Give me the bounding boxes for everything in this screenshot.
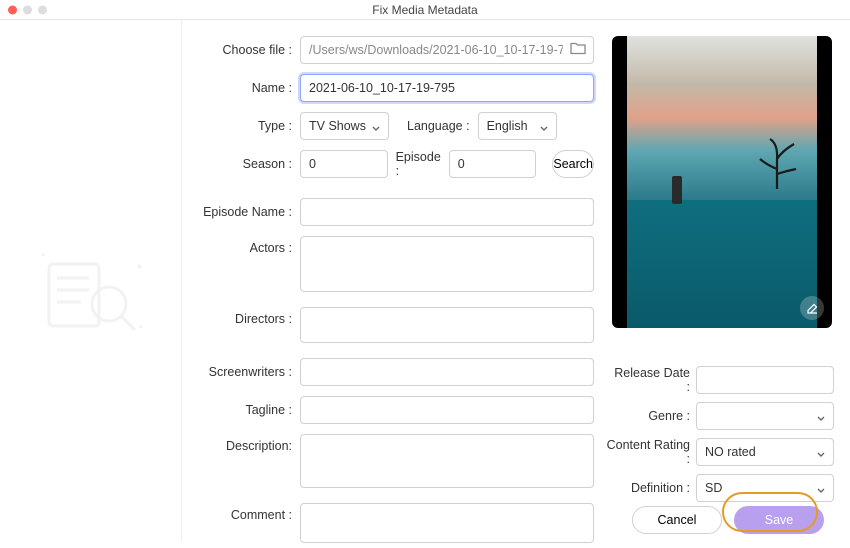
minimize-window-button[interactable] — [23, 5, 32, 14]
choose-file-label: Choose file : — [198, 43, 292, 57]
directors-label: Directors : — [198, 307, 292, 326]
language-label: Language : — [407, 119, 470, 133]
description-row: Description: — [198, 434, 594, 493]
chevron-down-icon — [817, 412, 825, 420]
chevron-down-icon — [540, 122, 548, 130]
zoom-window-button[interactable] — [38, 5, 47, 14]
content-rating-label: Content Rating : — [600, 438, 690, 466]
type-select[interactable]: TV Shows — [300, 112, 389, 140]
name-row: Name : — [198, 74, 594, 102]
episode-name-label: Episode Name : — [198, 205, 292, 219]
actors-input[interactable] — [300, 236, 594, 292]
cancel-button[interactable]: Cancel — [632, 506, 722, 534]
type-lang-row: Type : TV Shows Language : English — [198, 112, 594, 140]
chevron-down-icon — [817, 484, 825, 492]
titlebar: Fix Media Metadata — [0, 0, 850, 20]
main: Choose file : Name : Type : TV Shows — [182, 20, 850, 542]
chevron-down-icon — [817, 448, 825, 456]
episode-name-row: Episode Name : — [198, 198, 594, 226]
chevron-down-icon — [372, 122, 380, 130]
choose-file-row: Choose file : — [198, 36, 594, 64]
search-button[interactable]: Search — [552, 150, 594, 178]
content-rating-select[interactable]: NO rated — [696, 438, 834, 466]
actors-row: Actors : — [198, 236, 594, 297]
definition-select[interactable]: SD — [696, 474, 834, 502]
genre-label: Genre : — [612, 409, 690, 423]
right-form: Release Date : Genre : Content Rating : — [612, 366, 834, 502]
comment-row: Comment : — [198, 503, 594, 548]
poster-thumbnail — [612, 36, 832, 328]
season-input[interactable] — [300, 150, 388, 178]
comment-input[interactable] — [300, 503, 594, 543]
episode-label: Episode : — [396, 150, 441, 178]
save-button[interactable]: Save — [734, 506, 824, 534]
footer-buttons: Cancel Save — [632, 506, 824, 534]
close-window-button[interactable] — [8, 5, 17, 14]
episode-name-input[interactable] — [300, 198, 594, 226]
type-label: Type : — [198, 119, 292, 133]
screenwriters-input[interactable] — [300, 358, 594, 386]
content: Choose file : Name : Type : TV Shows — [0, 20, 850, 542]
folder-icon[interactable] — [570, 41, 586, 60]
tagline-label: Tagline : — [198, 403, 292, 417]
window-title: Fix Media Metadata — [0, 3, 850, 17]
sidebar — [0, 20, 182, 542]
window-controls — [8, 5, 47, 14]
tree-shape — [752, 129, 802, 197]
name-input[interactable] — [300, 74, 594, 102]
placeholder-search-icon — [0, 246, 181, 336]
genre-select[interactable] — [696, 402, 834, 430]
name-label: Name : — [198, 81, 292, 95]
release-date-label: Release Date : — [612, 366, 690, 394]
tagline-input[interactable] — [300, 396, 594, 424]
form-column: Choose file : Name : Type : TV Shows — [198, 36, 594, 542]
actors-label: Actors : — [198, 236, 292, 255]
directors-row: Directors : — [198, 307, 594, 348]
episode-input[interactable] — [449, 150, 537, 178]
edit-poster-button[interactable] — [800, 296, 824, 320]
definition-label: Definition : — [612, 481, 690, 495]
tagline-row: Tagline : — [198, 396, 594, 424]
description-input[interactable] — [300, 434, 594, 488]
edit-icon — [806, 302, 819, 315]
description-label: Description: — [198, 434, 292, 453]
directors-input[interactable] — [300, 307, 594, 343]
season-label: Season : — [198, 157, 292, 171]
release-date-input[interactable] — [696, 366, 834, 394]
right-column: Release Date : Genre : Content Rating : — [612, 36, 834, 542]
choose-file-input[interactable] — [300, 36, 594, 64]
language-select[interactable]: English — [478, 112, 557, 140]
season-row: Season : Episode : Search — [198, 150, 594, 178]
screenwriters-label: Screenwriters : — [198, 365, 292, 379]
comment-label: Comment : — [198, 503, 292, 522]
screenwriters-row: Screenwriters : — [198, 358, 594, 386]
